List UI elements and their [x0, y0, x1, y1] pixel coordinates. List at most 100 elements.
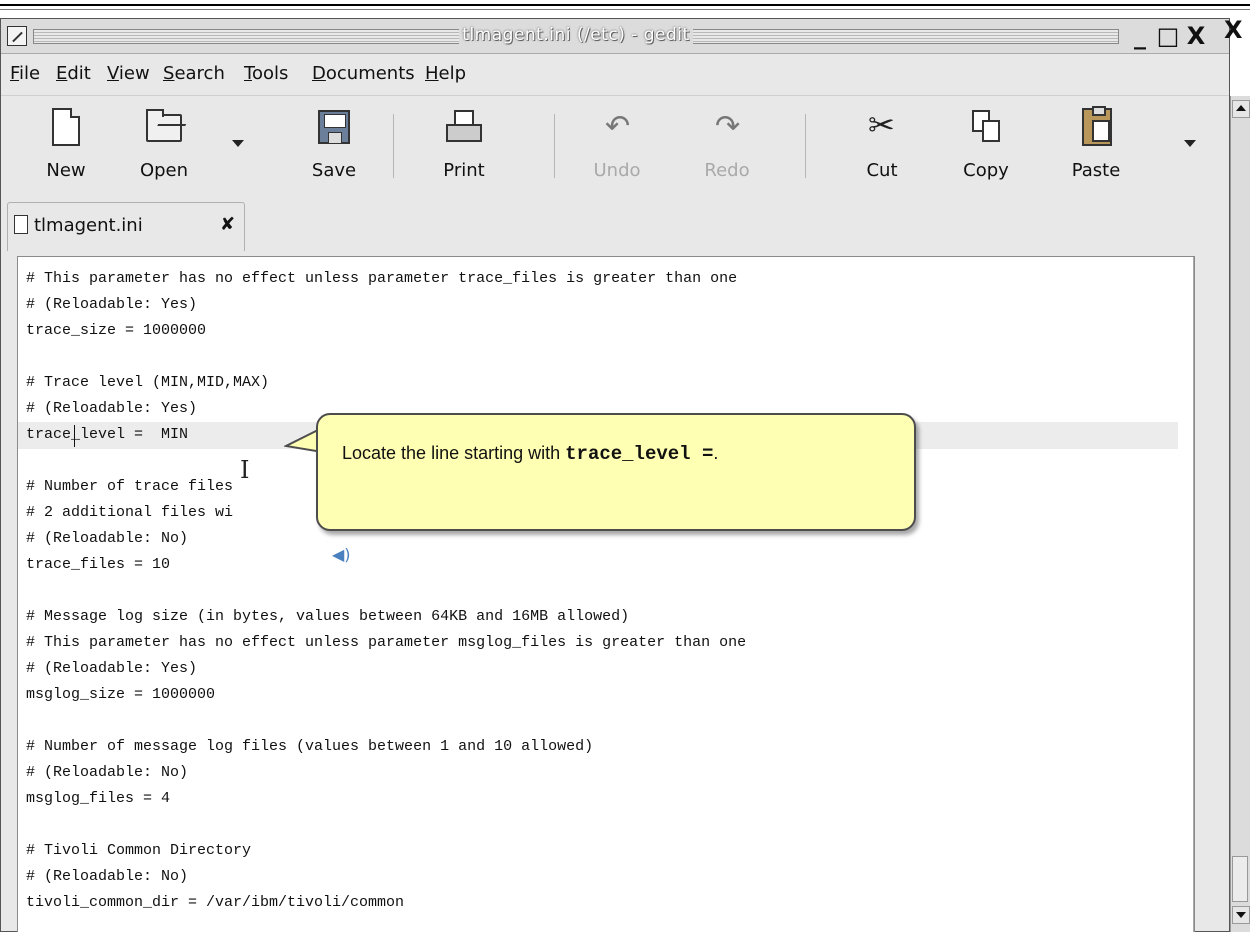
menu-edit[interactable]: Edit — [56, 63, 91, 84]
undo-button[interactable]: ↶ Undo — [574, 102, 660, 188]
menu-view-label: iew — [118, 63, 150, 84]
new-button[interactable]: New — [23, 102, 109, 188]
redo-arrow-icon: ↷ — [715, 109, 741, 144]
cut-button-label: Cut — [866, 160, 898, 181]
undo-arrow-icon: ↶ — [605, 109, 631, 144]
maximize-button[interactable]: □ — [1155, 22, 1181, 50]
new-button-label: New — [46, 160, 86, 181]
code-line: # (Reloadable: Yes) — [26, 660, 198, 677]
window-title: tlmagent.ini (/etc) - gedit — [459, 25, 693, 45]
outer-scroll-thumb[interactable] — [1232, 856, 1248, 902]
code-line: # (Reloadable: No) — [26, 530, 189, 547]
document-tabs: tlmagent.ini ✘ — [1, 192, 1229, 256]
code-line: # (Reloadable: No) — [26, 868, 189, 885]
code-line: trace_size = 1000000 — [26, 322, 207, 339]
code-line: trace_files = 10 — [26, 556, 171, 573]
close-button[interactable]: X — [1183, 22, 1209, 50]
code-line: tivoli_common_dir = /var/ibm/tivoli/comm… — [26, 894, 405, 911]
cut-button[interactable]: ✂ Cut — [839, 102, 925, 188]
save-button-label: Save — [311, 160, 357, 181]
menu-documents[interactable]: Documents — [312, 63, 415, 84]
desktop-top-edge — [0, 0, 1250, 16]
toolbar-separator — [554, 114, 555, 178]
code-line: msglog_size = 1000000 — [26, 686, 216, 703]
instruction-callout: Locate the line starting with trace_leve… — [316, 413, 916, 531]
redo-button-label: Redo — [704, 160, 750, 181]
menu-edit-label: dit — [67, 63, 91, 84]
paste-button-label: Paste — [1071, 160, 1121, 181]
callout-text: Locate the line starting with trace_leve… — [342, 443, 718, 465]
callout-code: trace_level = — [565, 443, 714, 465]
menu-bar: File Edit View Search Tools Documents He… — [1, 54, 1229, 94]
menu-documents-label: ocuments — [325, 63, 415, 84]
menu-help-label: elp — [438, 63, 467, 84]
menu-help-mnemonic: H — [425, 63, 439, 84]
folder-open-icon — [144, 108, 184, 148]
menu-tools-mnemonic: T — [244, 63, 252, 84]
menu-view[interactable]: View — [107, 63, 150, 84]
toolbar: New Open Save Print ↶ Undo ↷ Redo ✂ Cut … — [1, 95, 1229, 193]
code-line: # (Reloadable: Yes) — [26, 296, 198, 313]
speaker-icon: ◀) — [332, 545, 351, 564]
toolbar-overflow-icon[interactable] — [1184, 140, 1196, 147]
save-button[interactable]: Save — [291, 102, 377, 188]
code-line: # Tivoli Common Directory — [26, 842, 252, 859]
menu-edit-mnemonic: E — [56, 63, 68, 84]
menu-file[interactable]: File — [10, 63, 40, 84]
copy-pages-icon — [966, 108, 1006, 148]
clipboard-icon — [1076, 106, 1116, 148]
title-bar[interactable]: tlmagent.ini (/etc) - gedit _ □ X — [1, 19, 1229, 54]
menu-file-label: ile — [19, 63, 41, 84]
new-document-icon — [46, 108, 86, 148]
text-editor[interactable]: # This parameter has no effect unless pa… — [17, 256, 1195, 932]
menu-search-label: earch — [174, 63, 225, 84]
toolbar-separator — [805, 114, 806, 178]
open-recent-dropdown-icon[interactable] — [232, 140, 244, 147]
menu-search[interactable]: Search — [163, 63, 225, 84]
menu-tools-label: ools — [251, 63, 289, 84]
code-line: # Number of message log files (values be… — [26, 738, 594, 755]
window-title-container: tlmagent.ini (/etc) - gedit — [1, 25, 1151, 45]
paste-button[interactable]: Paste — [1053, 102, 1139, 188]
editor-scrollbar[interactable] — [1193, 257, 1194, 932]
tab-tlmagent-ini[interactable]: tlmagent.ini ✘ — [7, 202, 245, 251]
callout-text-after: . — [713, 443, 719, 463]
toolbar-separator — [393, 114, 394, 178]
text-document-icon — [14, 215, 28, 234]
open-button[interactable]: Open — [121, 102, 207, 188]
text-cursor — [74, 425, 75, 447]
printer-icon — [444, 108, 484, 148]
code-line: # 2 additional files wi — [26, 504, 234, 521]
tab-label: tlmagent.ini — [34, 215, 143, 236]
code-line: trace_level = MIN — [26, 426, 189, 443]
redo-button[interactable]: ↷ Redo — [684, 102, 770, 188]
print-button-label: Print — [443, 160, 485, 181]
code-line: # Number of trace files — [26, 478, 234, 495]
ibeam-cursor-icon: I — [240, 456, 250, 484]
close-tab-icon[interactable]: ✘ — [220, 214, 235, 235]
minimize-button[interactable]: _ — [1127, 22, 1153, 50]
code-line: # This parameter has no effect unless pa… — [26, 270, 738, 287]
menu-help[interactable]: Help — [425, 63, 466, 84]
print-button[interactable]: Print — [421, 102, 507, 188]
copy-button[interactable]: Copy — [943, 102, 1029, 188]
open-button-label: Open — [139, 160, 189, 181]
menu-view-mnemonic: V — [107, 63, 119, 84]
callout-text-before: Locate the line starting with — [342, 443, 566, 463]
code-line: # (Reloadable: No) — [26, 764, 189, 781]
outer-scrollbar[interactable] — [1230, 96, 1250, 932]
code-line: # (Reloadable: Yes) — [26, 400, 198, 417]
floppy-disk-icon — [314, 108, 354, 148]
screen: tlmagent.ini (/etc) - gedit _ □ X File E… — [0, 0, 1250, 932]
copy-button-label: Copy — [963, 160, 1009, 181]
outer-close-button[interactable]: X — [1224, 16, 1250, 44]
outer-scroll-up-icon[interactable] — [1232, 100, 1250, 118]
scissors-icon: ✂ — [868, 106, 895, 144]
menu-tools[interactable]: Tools — [244, 63, 288, 84]
code-line: # Trace level (MIN,MID,MAX) — [26, 374, 270, 391]
menu-documents-mnemonic: D — [312, 63, 326, 84]
code-line: # This parameter has no effect unless pa… — [26, 634, 747, 651]
code-line: msglog_files = 4 — [26, 790, 171, 807]
outer-scroll-down-icon[interactable] — [1232, 906, 1250, 924]
code-line: # Message log size (in bytes, values bet… — [26, 608, 630, 625]
